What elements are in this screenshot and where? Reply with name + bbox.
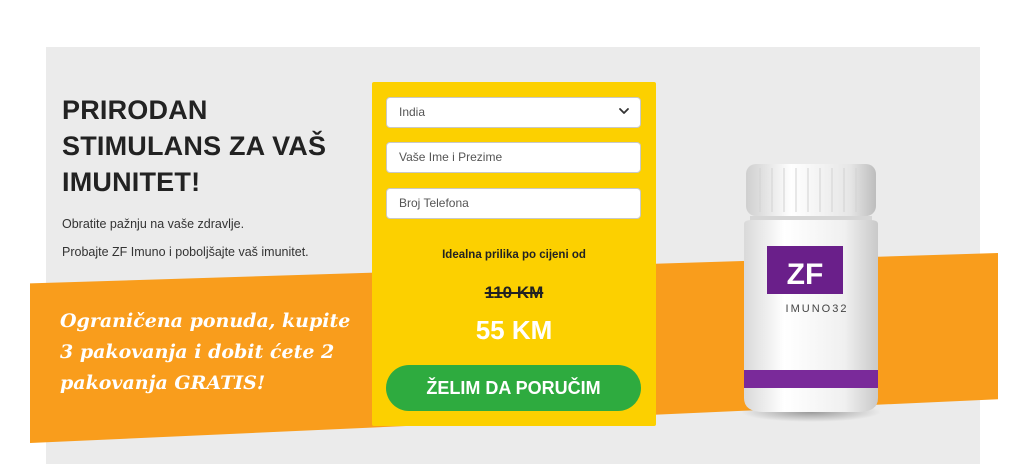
old-price: 110 KM	[484, 283, 544, 302]
bottle-brand: ZF	[787, 258, 824, 291]
subtitle-product: Probajte ZF Imuno i poboljšajte vaš imun…	[62, 245, 309, 259]
order-button[interactable]: ŽELIM DA PORUČIM	[386, 365, 641, 411]
new-price: 55 KM	[475, 315, 553, 345]
country-select[interactable]: India	[386, 97, 641, 128]
promo-text: Ograničena ponuda, kupite 3 pakovanja i …	[60, 310, 351, 394]
phone-input-placeholder: Broj Telefona	[399, 196, 469, 210]
price-label: Idealna prilika po cijeni od	[442, 249, 586, 261]
subtitle-health: Obratite pažnju na vaše zdravlje.	[62, 217, 245, 231]
name-input-placeholder: Vaše Ime i Prezime	[399, 150, 503, 164]
name-input[interactable]: Vaše Ime i Prezime	[386, 142, 641, 173]
bottle-product-name: IMUNO32	[786, 303, 849, 315]
country-select-value: India	[399, 105, 426, 119]
chevron-down-icon	[619, 108, 629, 114]
phone-input[interactable]: Broj Telefona	[386, 188, 641, 219]
page-title: PRIRODAN STIMULANS ZA VAŠ IMUNITET!	[62, 95, 327, 197]
order-form: India Vaše Ime i Prezime Broj Telefona I…	[372, 82, 656, 426]
product-bottle-image: ZF IMUNO32	[741, 164, 881, 422]
